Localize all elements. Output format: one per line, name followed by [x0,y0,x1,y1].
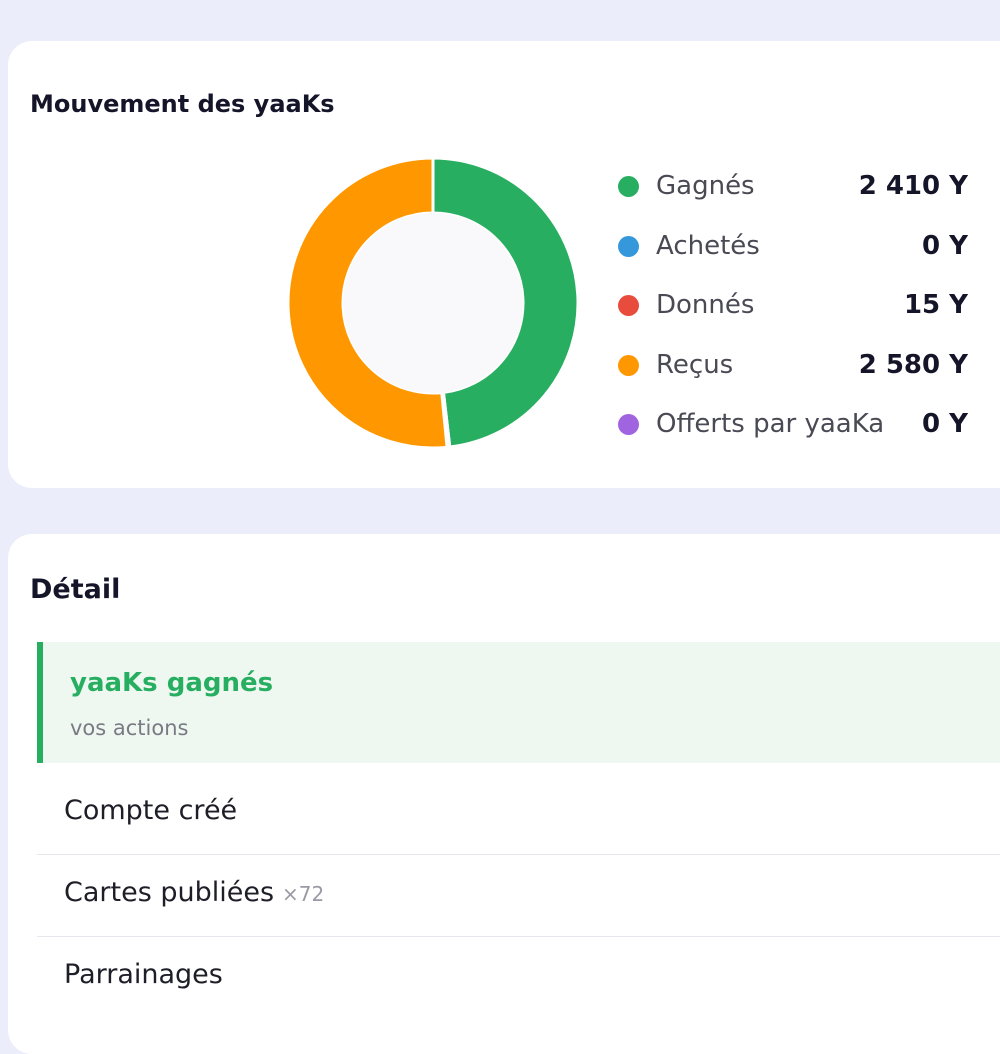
detail-title: Détail [30,574,121,605]
legend-label-gagnes: Gagnés [656,171,755,201]
detail-row-count: ×72 [282,882,325,906]
legend-value-donnes: 15 Y [903,290,968,320]
legend-label-achetes: Achetés [656,231,760,261]
legend-value-achetes: 0 Y [922,231,968,261]
earned-section-title: yaaKs gagnés [70,668,274,698]
detail-row-label: Compte créé [64,795,238,826]
legend-dot-recus [618,355,639,376]
legend-value-offerts: 0 Y [922,409,968,439]
legend-item-offerts: Offerts par yaaKa 0 Y [618,405,968,445]
legend-item-gagnes: Gagnés 2 410 Y [618,167,968,207]
movement-donut-chart [287,157,579,449]
legend-dot-offerts [618,414,639,435]
legend-item-donnes: Donnés 15 Y [618,286,968,326]
legend-label-offerts: Offerts par yaaKa [656,409,885,439]
detail-row-label: Parrainages [64,959,223,990]
legend-label-donnes: Donnés [656,290,755,320]
legend-value-recus: 2 580 Y [858,350,968,380]
detail-row-cartes-publiees[interactable]: Cartes publiées ×72 [37,855,1000,937]
detail-row-label: Cartes publiées [64,877,275,908]
legend-dot-achetes [618,236,639,257]
earned-section-header[interactable]: yaaKs gagnés vos actions [37,642,1000,763]
detail-row-compte-cree[interactable]: Compte créé [37,773,1000,855]
movement-title: Mouvement des yaaKs [30,90,335,118]
legend-item-achetes: Achetés 0 Y [618,227,968,267]
earned-section-subtitle: vos actions [70,716,189,740]
legend-dot-gagnes [618,176,639,197]
legend-value-gagnes: 2 410 Y [858,171,968,201]
legend-dot-donnes [618,295,639,316]
legend-label-recus: Reçus [656,350,734,380]
donut-center [343,213,523,393]
detail-row-parrainages[interactable]: Parrainages [37,937,1000,1019]
legend-item-recus: Reçus 2 580 Y [618,346,968,386]
